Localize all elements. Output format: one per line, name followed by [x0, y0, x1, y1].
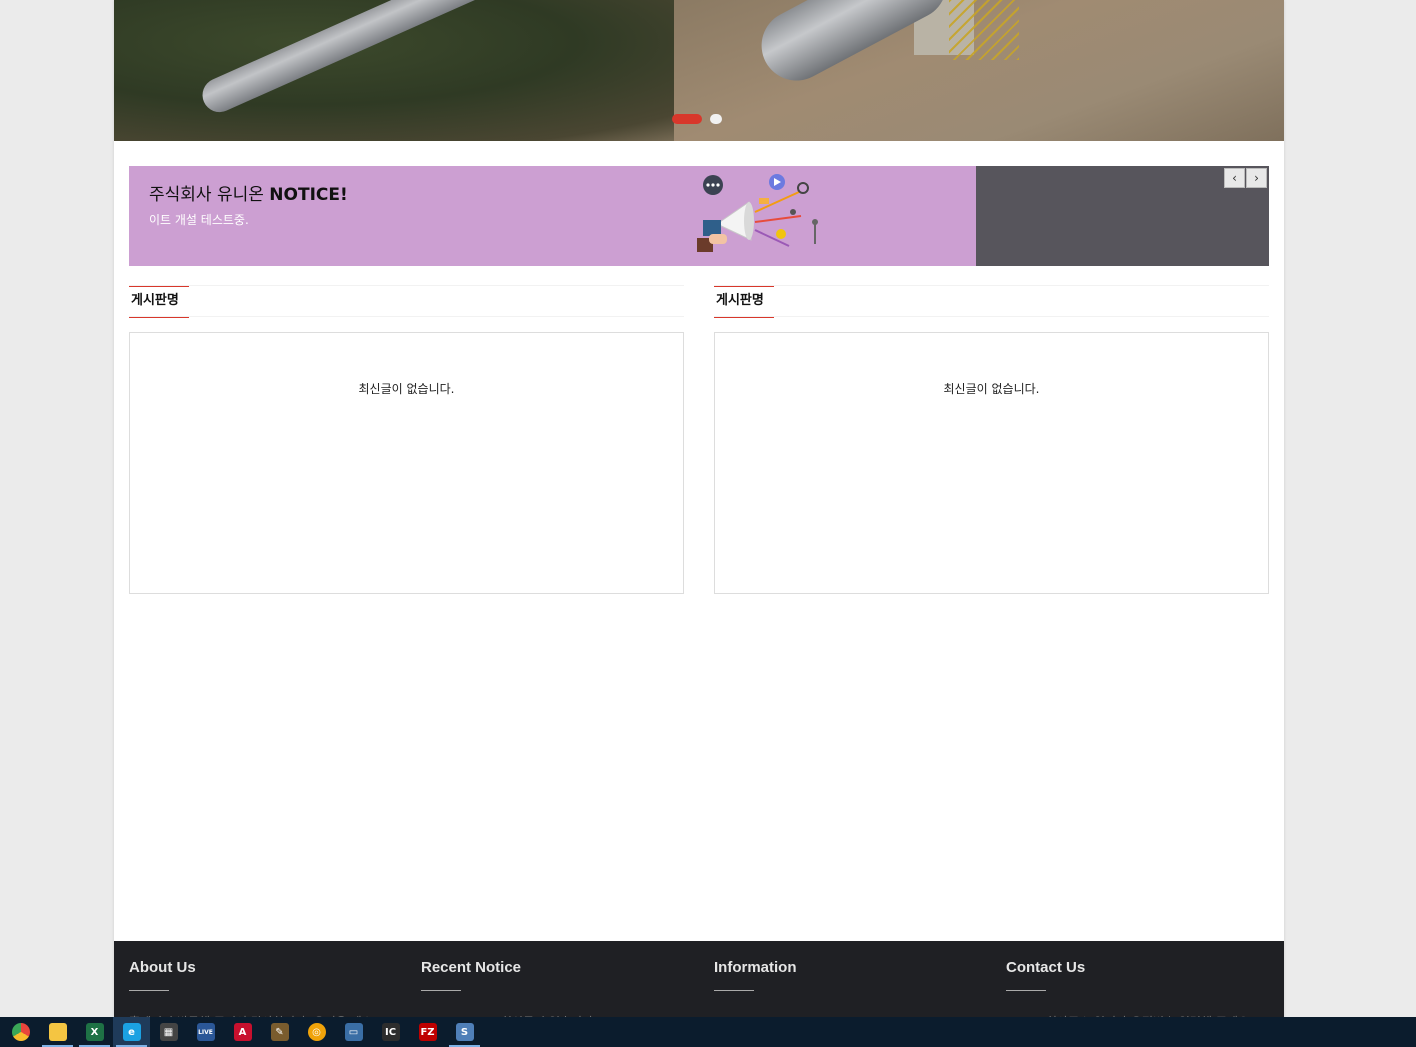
board-empty-message: 최신글이 없습니다. [943, 382, 1040, 396]
filezilla-icon: FZ [418, 1023, 437, 1041]
remote-desktop-icon: ▭ [344, 1023, 363, 1041]
board-header: 게시판명 [129, 285, 684, 318]
taskbar-paint-button[interactable]: ✎ [261, 1017, 298, 1047]
footer-heading: Information [714, 959, 797, 976]
board-list: 최신글이 없습니다. [129, 332, 684, 594]
taskbar-chrome-button[interactable] [2, 1017, 39, 1047]
board-widget-2: 게시판명 최신글이 없습니다. [714, 285, 1269, 594]
board-title-link[interactable]: 게시판명 [714, 286, 774, 318]
taskbar-intellij-button[interactable]: IC [372, 1017, 409, 1047]
notice-prev-button[interactable]: ‹ [1224, 168, 1245, 188]
board-widget-1: 게시판명 최신글이 없습니다. [129, 285, 684, 594]
footer-divider [1006, 990, 1046, 991]
footer-heading: Contact Us [1006, 959, 1086, 976]
notice-subtitle: 이트 개설 테스트중. [149, 213, 249, 227]
file-explorer-icon [48, 1023, 67, 1041]
taskbar-file-explorer-button[interactable] [39, 1017, 76, 1047]
slider-pagination [672, 114, 722, 124]
board-title-link[interactable]: 게시판명 [129, 286, 189, 318]
taskbar-calculator-button[interactable]: ▦ [150, 1017, 187, 1047]
intellij-icon: IC [381, 1023, 400, 1041]
taskbar-filezilla-button[interactable]: FZ [409, 1017, 446, 1047]
hero-slider [114, 0, 1284, 141]
notice-title: 주식회사 유니온 NOTICE! [149, 185, 348, 205]
board-list: 최신글이 없습니다. [714, 332, 1269, 594]
board-empty-message: 최신글이 없습니다. [358, 382, 455, 396]
live-app-icon: LIVE [196, 1023, 215, 1041]
notice-next-button[interactable]: › [1246, 168, 1267, 188]
notice-banner: 주식회사 유니온 NOTICE! 이트 개설 테스트중. ‹ › [129, 166, 1269, 266]
notice-nav: ‹ › [1224, 168, 1267, 188]
taskbar-sublime-button[interactable]: S [446, 1017, 483, 1047]
footer-information: Information [714, 959, 984, 1025]
taskbar-network-button[interactable]: ◎ [298, 1017, 335, 1047]
autocad-icon: A [233, 1023, 252, 1041]
paint-icon: ✎ [270, 1023, 289, 1041]
footer-divider [421, 990, 461, 991]
notice-slide[interactable]: 주식회사 유니온 NOTICE! 이트 개설 테스트중. [129, 166, 976, 266]
footer-heading: Recent Notice [421, 959, 522, 976]
taskbar-live-app-button[interactable]: LIVE [187, 1017, 224, 1047]
taskbar-excel-button[interactable]: X [76, 1017, 113, 1047]
internet-explorer-icon: e [122, 1023, 141, 1041]
calculator-icon: ▦ [159, 1023, 178, 1041]
taskbar-remote-desktop-button[interactable]: ▭ [335, 1017, 372, 1047]
footer-divider [714, 990, 754, 991]
slider-dot-2[interactable] [710, 114, 722, 124]
hero-stairs [949, 0, 1019, 60]
footer-heading: About Us [129, 959, 196, 976]
chrome-icon [11, 1023, 30, 1041]
footer-about: About Us 홈페이지 방문해 주셔서 감사합니다. 유니온 테스트 [129, 959, 399, 1025]
windows-taskbar: Xe ▦ LIVE A ✎ ◎ ▭ IC FZ S [0, 1017, 1416, 1047]
network-icon: ◎ [307, 1023, 326, 1041]
board-header: 게시판명 [714, 285, 1269, 318]
slider-dot-1[interactable] [672, 114, 702, 124]
megaphone-icon [697, 174, 818, 252]
taskbar-internet-explorer-button[interactable]: e [113, 1017, 150, 1047]
footer-recent-notice: Recent Notice 최신글이 없습니다. [421, 959, 691, 1025]
taskbar-autocad-button[interactable]: A [224, 1017, 261, 1047]
excel-icon: X [85, 1023, 104, 1041]
footer-divider [129, 990, 169, 991]
footer-contact: Contact Us 회사주소 입니다 우편번호 입력해 주세요 [1006, 959, 1276, 1025]
page-container: 주식회사 유니온 NOTICE! 이트 개설 테스트중. ‹ › 게시판명 최신… [114, 0, 1284, 1047]
sublime-icon: S [455, 1023, 474, 1041]
